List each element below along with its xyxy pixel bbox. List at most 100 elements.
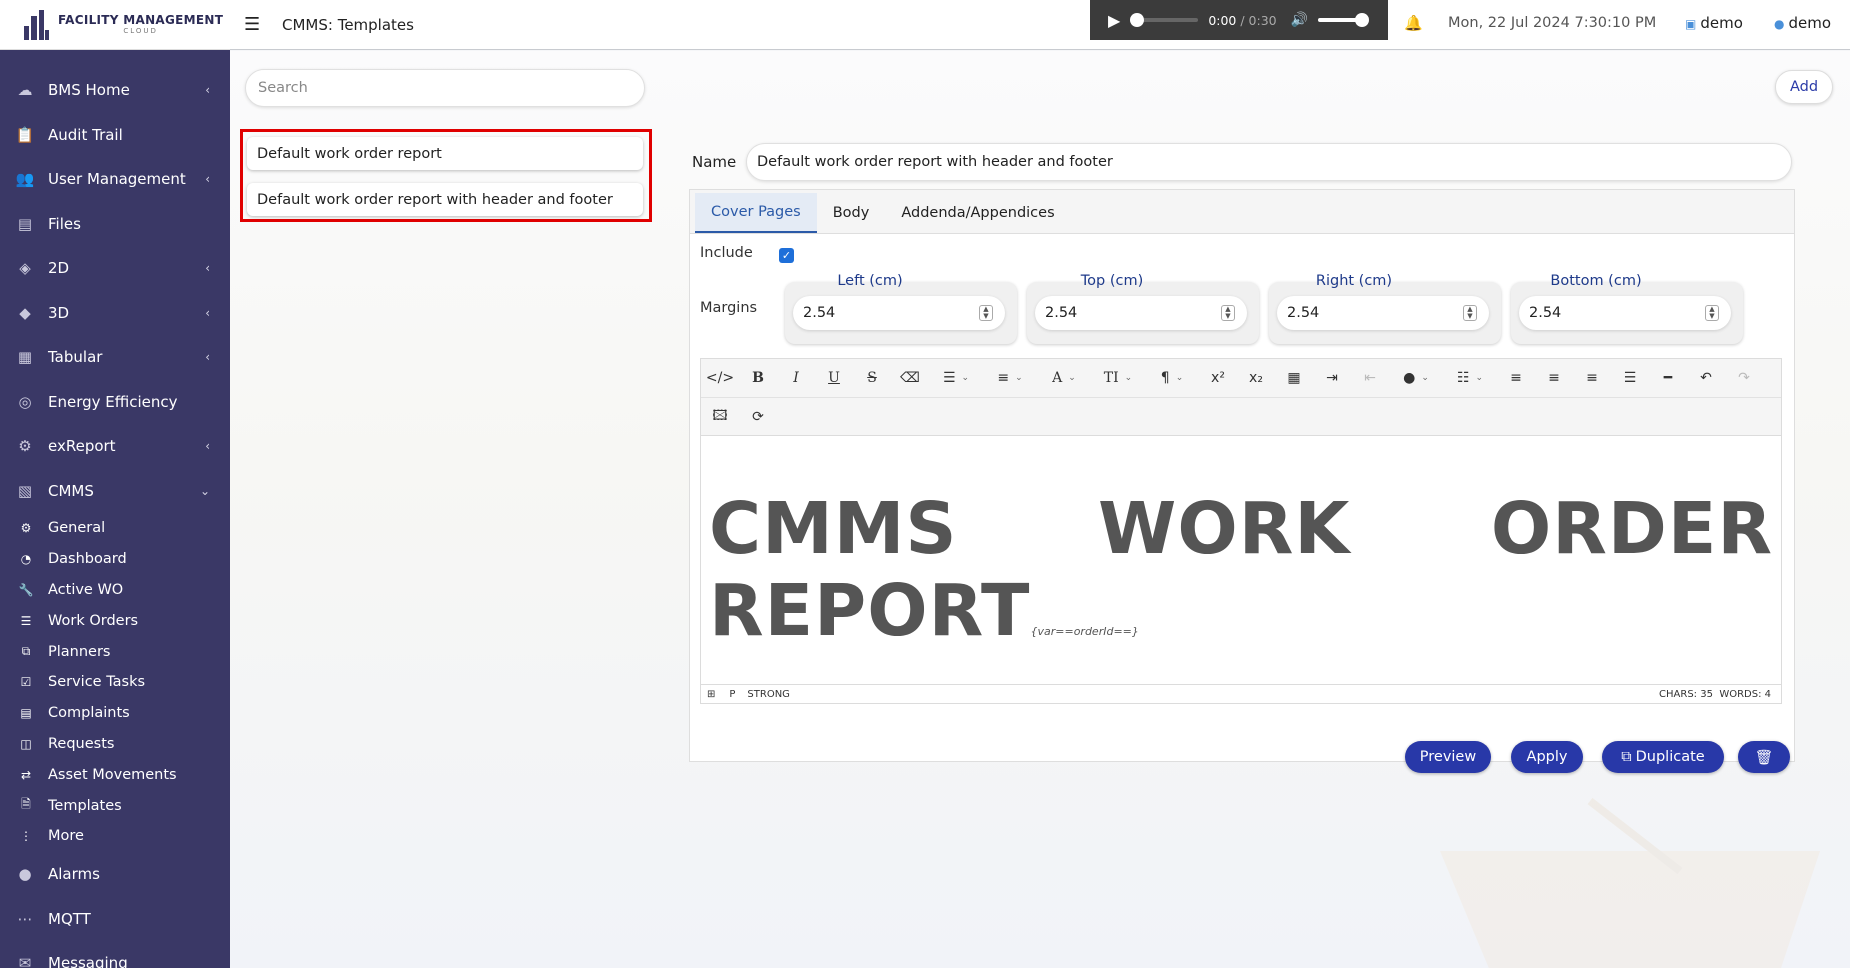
redo-icon[interactable]: ↷ (1725, 363, 1763, 393)
table-icon: ▦ (17, 348, 33, 367)
user-menu-primary[interactable]: ▣ demo (1685, 14, 1743, 32)
sidebar-item-active-wo[interactable]: 🔧 Active WO (0, 575, 230, 606)
bell-icon[interactable]: 🔔 (1404, 14, 1423, 32)
sidebar-item-mqtt[interactable]: ⋯ MQTT (0, 896, 230, 941)
margin-left-input[interactable]: 2.54 ▲ ▼ (793, 296, 1005, 330)
volume-icon[interactable]: 🔊 (1291, 12, 1308, 28)
element-path-strong[interactable]: STRONG (747, 689, 790, 700)
sidebar-item-templates[interactable]: 🗎 Templates (0, 790, 230, 821)
bullet-list-icon[interactable]: ☰ ⌄ (929, 363, 983, 393)
undo-icon[interactable]: ↶ (1687, 363, 1725, 393)
sidebar-item-complaints[interactable]: ▤ Complaints (0, 698, 230, 729)
search-input[interactable] (245, 69, 645, 107)
outdent-icon[interactable]: ⇤ (1351, 363, 1389, 393)
sidebar-item-bms-home[interactable]: ☁ BMS Home ‹ (0, 68, 230, 113)
user-icon: ● (1774, 17, 1785, 31)
image-icon[interactable]: 🖾 (701, 402, 739, 432)
template-item[interactable]: Default work order report (247, 137, 643, 170)
eraser-icon[interactable]: ⌫ (891, 363, 929, 393)
tab-addenda-appendices[interactable]: Addenda/Appendices (885, 193, 1070, 233)
margin-right-input[interactable]: 2.54 ▲ ▼ (1277, 296, 1489, 330)
sidebar-nav: ☁ BMS Home ‹ 📋 Audit Trail 👥 User Management… (0, 50, 230, 968)
sidebar-item-asset-movements[interactable]: ⇄ Asset Movements (0, 759, 230, 790)
align-right-icon[interactable]: ≡ (1573, 363, 1611, 393)
sidebar-item-exreport[interactable]: ⚙ exReport ‹ (0, 424, 230, 469)
delete-button[interactable]: 🗑 (1738, 741, 1790, 773)
sidebar-item-more[interactable]: ⋮ More (0, 821, 230, 852)
duplicate-label: Duplicate (1635, 749, 1705, 765)
superscript-icon[interactable]: x² (1199, 363, 1237, 393)
sidebar-item-label: Tabular (48, 348, 103, 367)
element-path-p[interactable]: P (729, 689, 735, 700)
sidebar-item-service-tasks[interactable]: ☑ Service Tasks (0, 667, 230, 698)
tab-cover-pages[interactable]: Cover Pages (695, 193, 817, 233)
color-icon[interactable]: ● ⌄ (1389, 363, 1443, 393)
paragraph-icon[interactable]: ¶ ⌄ (1145, 363, 1199, 393)
align-justify-icon[interactable]: ☰ (1611, 363, 1649, 393)
margin-bottom-input[interactable]: 2.54 ▲ ▼ (1519, 296, 1731, 330)
numbered-list-icon[interactable]: ≡ ⌄ (983, 363, 1037, 393)
table-icon[interactable]: ▦ (1275, 363, 1313, 393)
sidebar-item-messaging[interactable]: ✉ Messaging (0, 941, 230, 968)
strikethrough-icon[interactable]: S (853, 363, 891, 393)
user-card-icon: ▣ (1685, 17, 1697, 31)
apply-button[interactable]: Apply (1511, 741, 1583, 773)
files-icon: ▤ (17, 214, 33, 233)
bold-icon[interactable]: B (739, 363, 777, 393)
preview-button[interactable]: Preview (1405, 741, 1491, 773)
align-center-icon[interactable]: ≡ (1535, 363, 1573, 393)
add-button[interactable]: Add (1775, 70, 1833, 104)
sidebar-item-2d[interactable]: ◈ 2D ‹ (0, 246, 230, 291)
italic-icon[interactable]: I (777, 363, 815, 393)
boat-background-illustration (1440, 797, 1820, 968)
cover-title-text: CMMS WORK ORDER REPORT (709, 487, 1773, 652)
wrench-icon: 🔧 (18, 582, 34, 597)
app-logo[interactable]: FACILITY MANAGEMENT CLOUD (0, 0, 230, 50)
spinner-icon[interactable]: ▲ ▼ (1463, 305, 1477, 321)
volume-slider[interactable] (1318, 13, 1370, 27)
sidebar-item-audit-trail[interactable]: 📋 Audit Trail (0, 113, 230, 158)
user-menu-secondary[interactable]: ● demo (1774, 14, 1831, 32)
indent-icon[interactable]: ⇥ (1313, 363, 1351, 393)
sidebar-item-label: Asset Movements (48, 766, 177, 783)
name-input[interactable] (746, 143, 1792, 181)
sidebar-item-files[interactable]: ▤ Files (0, 202, 230, 247)
sidebar-item-requests[interactable]: ◫ Requests (0, 729, 230, 760)
horizontal-rule-icon[interactable]: ━ (1649, 363, 1687, 393)
trash-icon: 🗑 (1754, 749, 1774, 766)
template-item[interactable]: Default work order report with header an… (247, 183, 643, 216)
sidebar-item-3d[interactable]: ◆ 3D ‹ (0, 291, 230, 336)
sidebar-item-energy-efficiency[interactable]: ◎ Energy Efficiency (0, 380, 230, 425)
sidebar-item-cmms[interactable]: ▧ CMMS ⌄ (0, 469, 230, 514)
include-checkbox[interactable]: ✓ (779, 248, 794, 263)
duplicate-button[interactable]: ⧉ Duplicate (1602, 741, 1724, 773)
spinner-icon[interactable]: ▲ ▼ (979, 305, 993, 321)
code-view-icon[interactable]: </> (701, 363, 739, 393)
sidebar-item-alarms[interactable]: ● Alarms (0, 852, 230, 897)
sidebar-item-user-management[interactable]: 👥 User Management ‹ (0, 157, 230, 202)
sidebar-item-planners[interactable]: ⧉ Planners (0, 636, 230, 667)
template-variable-icon[interactable]: ⟳ (739, 402, 777, 432)
spinner-icon[interactable]: ▲ ▼ (1705, 305, 1719, 321)
editor-content-area[interactable]: CMMS WORK ORDER REPORT{var==orderId==} (700, 436, 1782, 684)
sidebar-item-work-orders[interactable]: ☰ Work Orders (0, 605, 230, 636)
sidebar-item-general[interactable]: ⚙ General (0, 513, 230, 544)
check-square-icon: ☑ (20, 675, 32, 690)
sidebar-item-tabular[interactable]: ▦ Tabular ‹ (0, 335, 230, 380)
align-left-icon[interactable]: ≡ (1497, 363, 1535, 393)
hamburger-menu-icon[interactable]: ☰ (244, 14, 262, 35)
font-icon[interactable]: A ⌄ (1037, 363, 1091, 393)
line-height-icon[interactable]: ☷ ⌄ (1443, 363, 1497, 393)
subscript-icon[interactable]: x₂ (1237, 363, 1275, 393)
resize-handle-icon[interactable]: ⊞ (707, 689, 715, 700)
font-size-icon[interactable]: TI ⌄ (1091, 363, 1145, 393)
underline-icon[interactable]: U (815, 363, 853, 393)
tab-body[interactable]: Body (817, 193, 886, 233)
play-icon[interactable]: ▶ (1108, 11, 1120, 30)
sidebar-item-label: Complaints (48, 705, 130, 722)
margin-top-input[interactable]: 2.54 ▲ ▼ (1035, 296, 1247, 330)
audio-progress-slider[interactable] (1130, 13, 1199, 27)
order-id-variable: {var==orderId==} (1030, 625, 1139, 638)
spinner-icon[interactable]: ▲ ▼ (1221, 305, 1235, 321)
sidebar-item-dashboard[interactable]: ◔ Dashboard (0, 544, 230, 575)
